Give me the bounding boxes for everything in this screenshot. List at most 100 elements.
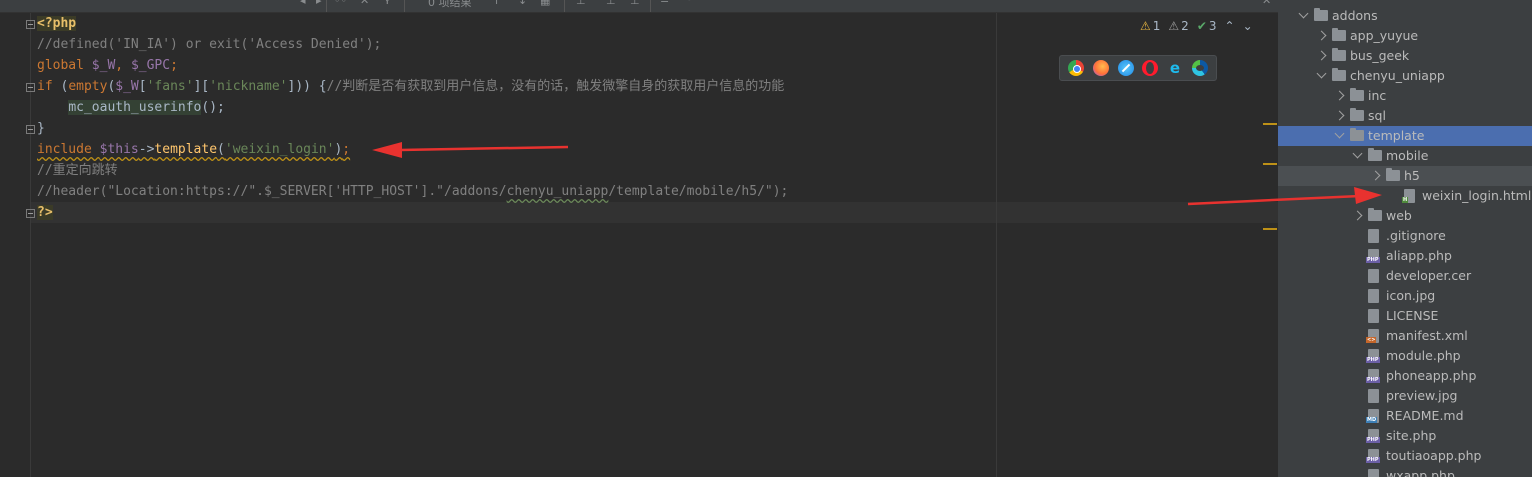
tree-item-sql[interactable]: sql: [1278, 106, 1532, 126]
code-line-10[interactable]: ?>: [37, 202, 53, 223]
project-tree[interactable]: addons app_yuyue bus_geek chenyu_uniappinc s…: [1278, 0, 1532, 477]
tree-item-weixin-login-html[interactable]: Hweixin_login.html: [1278, 186, 1532, 206]
folder-icon: [1332, 28, 1346, 41]
code-line-6[interactable]: }: [37, 118, 45, 139]
fold-marker-icon[interactable]: [26, 83, 35, 92]
php-file-icon: PHP: [1366, 369, 1380, 383]
tree-item-app-yuyue[interactable]: app_yuyue: [1278, 26, 1532, 46]
chevron-right-icon[interactable]: [1316, 50, 1327, 61]
chrome-icon[interactable]: [1068, 60, 1085, 76]
tree-item-template[interactable]: template: [1278, 126, 1532, 146]
tree-item-label: developer.cer: [1386, 268, 1472, 283]
code-token: ,: [115, 58, 131, 73]
next-highlighted-error-icon[interactable]: ⌄: [1243, 19, 1253, 33]
fold-marker-icon[interactable]: [26, 125, 35, 134]
chevron-down-icon[interactable]: [1334, 128, 1345, 139]
select-all-occurrences-icon[interactable]: ▦: [540, 0, 550, 7]
code-line-5[interactable]: mc_oauth_userinfo();: [37, 97, 225, 118]
tree-item-bus-geek[interactable]: bus_geek: [1278, 46, 1532, 66]
code-line-7[interactable]: include $this->template('weixin_login');: [37, 139, 350, 160]
warning-stripe[interactable]: [1263, 163, 1277, 165]
tree-item-wxapp-php[interactable]: PHP wxapp.php: [1278, 466, 1532, 477]
tree-item-preview-jpg[interactable]: preview.jpg: [1278, 386, 1532, 406]
tree-item-toutiaoapp-php[interactable]: PHP toutiaoapp.php: [1278, 446, 1532, 466]
tree-item-label: addons: [1332, 8, 1378, 23]
next-occurrence-icon[interactable]: ↓: [518, 0, 527, 7]
tree-item-label: app_yuyue: [1350, 28, 1419, 43]
find-results-count: 0 项结果: [428, 0, 472, 9]
chevron-down-icon[interactable]: [1352, 148, 1363, 159]
weak-warnings-count[interactable]: ⚠ 2: [1168, 19, 1188, 33]
toolbar-arrow-right-icon[interactable]: ▸: [316, 0, 322, 7]
tree-item-readme-md[interactable]: MD README.md: [1278, 406, 1532, 426]
toolbar-match-case-icon[interactable]: ◦◦: [334, 0, 347, 7]
code-line-2[interactable]: //defined('IN_IA') or exit('Access Denie…: [37, 34, 381, 55]
fold-marker-icon[interactable]: [26, 209, 35, 218]
tree-item-h5[interactable]: h5: [1278, 166, 1532, 186]
tree-item-label: chenyu_uniapp: [1350, 68, 1445, 83]
remove-selection-icon[interactable]: ⊥: [606, 0, 616, 7]
editor-toolbar: ◂ ▸ ◦◦ ✕ ʏ 0 项结果 ↑ ↓ ▦ ⊥ ⊥ ⊥ = ╹ ✕: [0, 0, 1278, 13]
chevron-down-icon[interactable]: [1298, 8, 1309, 19]
check-icon: ✔: [1196, 19, 1207, 33]
tree-item-manifest-xml[interactable]: <> manifest.xml: [1278, 326, 1532, 346]
code-line-9[interactable]: //header("Location:https://".$_SERVER['H…: [37, 181, 788, 202]
add-selection-icon[interactable]: ⊥: [576, 0, 586, 7]
chevron-right-icon[interactable]: [1370, 170, 1381, 181]
folder-icon: [1386, 168, 1400, 181]
tree-item-module-php[interactable]: PHP module.php: [1278, 346, 1532, 366]
toolbar-separator: [404, 0, 405, 12]
tree-item-phoneapp-php[interactable]: PHP phoneapp.php: [1278, 366, 1532, 386]
firefox-icon[interactable]: [1092, 60, 1109, 76]
edge-icon[interactable]: [1191, 60, 1208, 76]
warning-stripe[interactable]: [1263, 123, 1277, 125]
code-line-8[interactable]: //重定向跳转: [37, 160, 118, 181]
close-search-icon[interactable]: ✕: [1262, 0, 1271, 7]
code-token: 'fans': [146, 79, 194, 94]
chevron-down-icon[interactable]: [1316, 68, 1327, 79]
tree-item-web[interactable]: web: [1278, 206, 1532, 226]
close-find-icon[interactable]: ╹: [686, 0, 693, 7]
previous-occurrence-icon[interactable]: ↑: [492, 0, 501, 7]
tree-item-label: weixin_login.html: [1422, 188, 1532, 203]
tree-item-developer-cer[interactable]: developer.cer: [1278, 266, 1532, 286]
code-editor[interactable]: <?php //defined('IN_IA') or exit('Access…: [0, 13, 1278, 477]
chevron-right-icon[interactable]: [1316, 30, 1327, 41]
code-line-3[interactable]: global $_W, $_GPC;: [37, 55, 178, 76]
chevron-right-icon[interactable]: [1352, 210, 1363, 221]
filter-results-icon[interactable]: =: [660, 0, 669, 7]
md-file-icon: MD: [1366, 409, 1379, 423]
tree-item-label: README.md: [1386, 408, 1464, 423]
opera-icon[interactable]: [1142, 60, 1159, 76]
toolbar-arrow-left-icon[interactable]: ◂: [300, 0, 306, 7]
toolbar-separator: [564, 0, 565, 12]
tree-item-icon-jpg[interactable]: icon.jpg: [1278, 286, 1532, 306]
tree-item-label: manifest.xml: [1386, 328, 1468, 343]
toolbar-regex-icon[interactable]: ✕: [360, 0, 369, 7]
chevron-right-icon[interactable]: [1334, 90, 1345, 101]
code-line-4[interactable]: if (empty($_W['fans']['nickname'])) {//判…: [37, 76, 784, 97]
inspection-widget[interactable]: ⚠ 1 ⚠ 2 ✔ 3 ⌃ ⌄: [1140, 17, 1253, 35]
toggle-selection-icon[interactable]: ⊥: [630, 0, 640, 7]
tree-item-aliapp-php[interactable]: PHP aliapp.php: [1278, 246, 1532, 266]
php-file-icon: PHP: [1366, 349, 1380, 363]
toolbar-filter-icon[interactable]: ʏ: [384, 0, 391, 7]
chevron-right-icon[interactable]: [1334, 110, 1345, 121]
folder-icon: [1350, 88, 1364, 101]
ie-icon[interactable]: e: [1167, 60, 1183, 76]
tree-item-label: inc: [1368, 88, 1387, 103]
tree-item-inc[interactable]: inc: [1278, 86, 1532, 106]
code-line-1[interactable]: <?php: [37, 13, 77, 34]
tree-item-chenyu-uniapp[interactable]: chenyu_uniapp: [1278, 66, 1532, 86]
tree-item-license[interactable]: LICENSE: [1278, 306, 1532, 326]
tree-item-gitignore[interactable]: .gitignore: [1278, 226, 1532, 246]
typos-count[interactable]: ✔ 3: [1197, 19, 1217, 33]
tree-item-addons[interactable]: addons: [1278, 6, 1532, 26]
previous-highlighted-error-icon[interactable]: ⌃: [1225, 19, 1235, 33]
warnings-count[interactable]: ⚠ 1: [1140, 19, 1160, 33]
safari-icon[interactable]: [1117, 60, 1134, 76]
warning-stripe[interactable]: [1263, 228, 1277, 230]
tree-item-mobile[interactable]: mobile: [1278, 146, 1532, 166]
fold-marker-icon[interactable]: [26, 20, 35, 29]
tree-item-site-php[interactable]: PHP site.php: [1278, 426, 1532, 446]
